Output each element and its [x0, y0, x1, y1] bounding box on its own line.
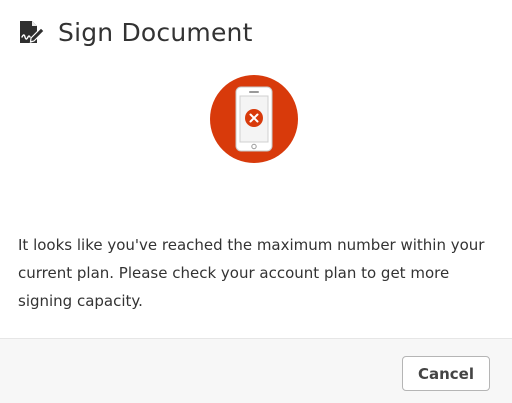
- dialog-title: Sign Document: [58, 17, 253, 47]
- status-badge: [210, 75, 298, 163]
- dialog-header: Sign Document: [18, 14, 253, 50]
- limit-reached-message: It looks like you've reached the maximum…: [18, 236, 485, 310]
- dialog-footer: Cancel: [0, 338, 512, 403]
- cancel-button[interactable]: Cancel: [402, 356, 490, 391]
- sign-document-icon: [18, 18, 46, 46]
- sign-document-dialog: Sign Document It looks like you've reach…: [0, 0, 512, 403]
- phone-error-icon: [235, 86, 273, 152]
